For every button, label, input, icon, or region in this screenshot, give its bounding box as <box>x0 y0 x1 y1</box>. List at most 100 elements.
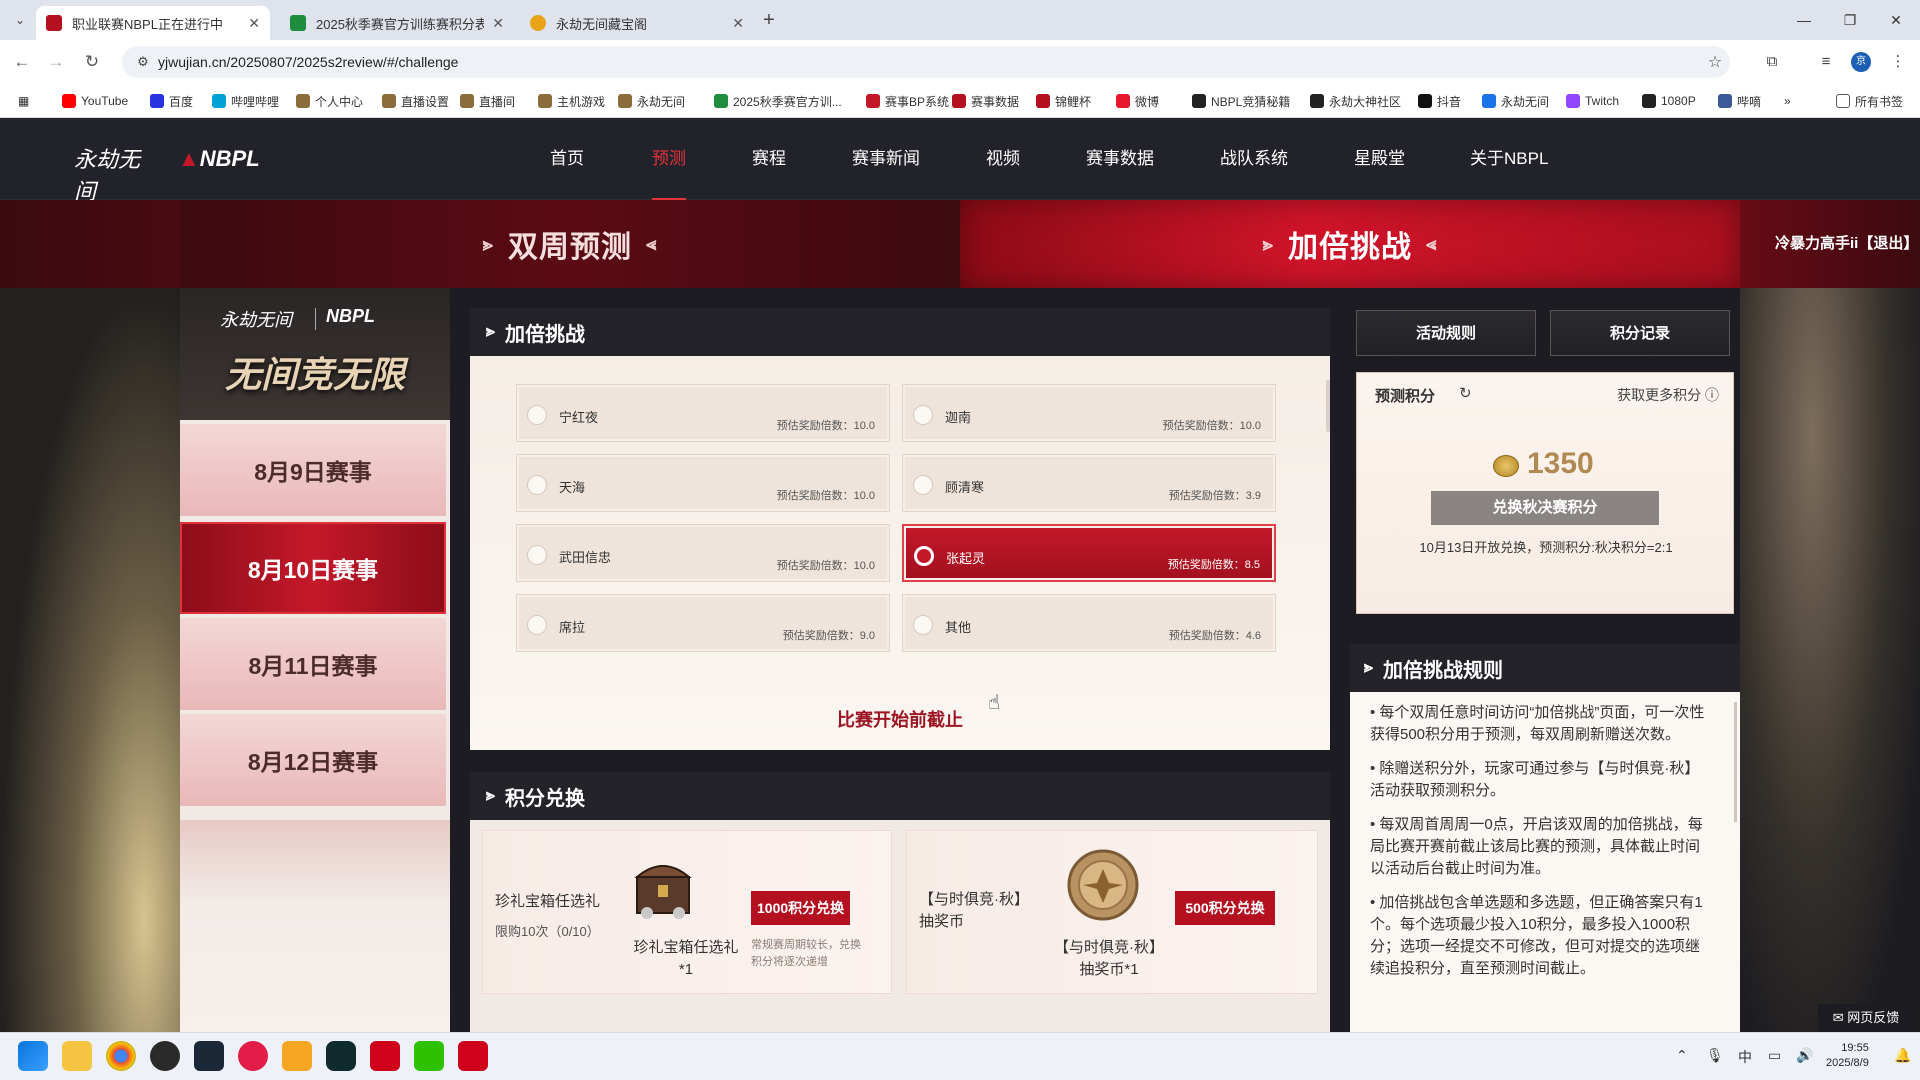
bookmark-item[interactable]: 1080P <box>1642 92 1696 110</box>
bookmark-item[interactable]: 百度 <box>150 92 193 110</box>
bookmark-item[interactable]: 抖音 <box>1418 92 1461 110</box>
rules-scrollbar[interactable] <box>1734 702 1737 822</box>
bookmark-item[interactable]: 直播间 <box>460 92 515 110</box>
steam-icon[interactable] <box>194 1041 224 1071</box>
bookmark-item[interactable]: 哔哩哔哩 <box>212 92 279 110</box>
challenge-option[interactable]: 武田信忠 预估奖励倍数：10.0 <box>516 524 890 582</box>
bookmark-item[interactable]: 永劫大神社区 <box>1310 92 1401 110</box>
yongjie-logo[interactable]: 永劫无间 <box>74 142 150 205</box>
challenge-option[interactable]: 宁红夜 预估奖励倍数：10.0 <box>516 384 890 442</box>
notification-bell-icon[interactable]: 🔔 <box>1894 1047 1911 1064</box>
ime-indicator[interactable]: 中 <box>1738 1047 1752 1067</box>
volume-icon[interactable]: 🔊 <box>1796 1047 1813 1064</box>
browser-tab-1[interactable]: 职业联赛NBPL正在进行中 ✕ <box>36 6 270 40</box>
radio-button[interactable] <box>527 405 547 425</box>
nav-item-8[interactable]: 关于NBPL <box>1470 118 1548 200</box>
bookmark-item[interactable]: 个人中心 <box>296 92 363 110</box>
network-icon[interactable]: ▭ <box>1768 1047 1781 1064</box>
apps-grid-icon[interactable]: ▦ <box>18 92 29 110</box>
close-tab-icon[interactable]: ✕ <box>732 15 744 32</box>
bookmark-item[interactable]: NBPL竞猜秘籍 <box>1192 92 1290 110</box>
url-text[interactable]: yjwujian.cn/20250807/2025s2review/#/chal… <box>158 54 1700 70</box>
bookmark-item[interactable]: 主机游戏 <box>538 92 605 110</box>
bookmark-item[interactable]: 永劫无间 <box>618 92 685 110</box>
tab-search-chevron-icon[interactable]: ⌄ <box>8 8 32 32</box>
day-item-1[interactable]: 8月10日赛事 <box>180 522 446 614</box>
bookmark-item[interactable]: 赛事数据 <box>952 92 1019 110</box>
forward-arrow-icon[interactable]: → <box>42 48 70 76</box>
challenge-option[interactable]: 其他 预估奖励倍数：4.6 <box>902 594 1276 652</box>
menu-kebab-icon[interactable]: ⋮ <box>1886 50 1910 74</box>
radio-button[interactable] <box>527 545 547 565</box>
tab-biweekly-prediction[interactable]: ⪢ 双周预测 ⪡ <box>180 200 960 288</box>
microphone-icon[interactable]: 🎙 <box>1706 1047 1724 1064</box>
file-explorer-icon[interactable] <box>62 1041 92 1071</box>
app-icon-red-2[interactable] <box>458 1041 488 1071</box>
bookmark-item[interactable]: 赛事BP系统 <box>866 92 949 110</box>
minimize-icon[interactable]: — <box>1784 6 1824 34</box>
address-bar[interactable]: ⚙ yjwujian.cn/20250807/2025s2review/#/ch… <box>122 46 1730 78</box>
site-info-icon[interactable]: ⚙ <box>128 54 158 70</box>
radio-button[interactable] <box>913 615 933 635</box>
bookmark-item[interactable]: Twitch <box>1566 92 1619 110</box>
close-tab-icon[interactable]: ✕ <box>248 15 260 32</box>
challenge-option[interactable]: 席拉 预估奖励倍数：9.0 <box>516 594 890 652</box>
app-icon-teal[interactable] <box>326 1041 356 1071</box>
day-item-3[interactable]: 8月12日赛事 <box>180 714 446 806</box>
challenge-option[interactable]: 张起灵 预估奖励倍数：8.5 <box>902 524 1276 582</box>
radio-button[interactable] <box>913 405 933 425</box>
bookmark-item[interactable]: 锦鲤杯 <box>1036 92 1091 110</box>
radio-button[interactable] <box>527 615 547 635</box>
tray-chevron-up-icon[interactable]: ⌃ <box>1676 1047 1688 1064</box>
radio-button[interactable] <box>527 475 547 495</box>
bookmark-item[interactable]: 永劫无间 <box>1482 92 1549 110</box>
game-app-icon[interactable] <box>282 1041 312 1071</box>
user-logout-link[interactable]: 冷暴力高手ii【退出】 <box>1775 200 1918 288</box>
all-bookmarks-folder[interactable]: 所有书签 <box>1836 92 1903 110</box>
browser-tab-2[interactable]: 2025秋季赛官方训练赛积分表 ✕ <box>280 6 514 40</box>
nav-item-2[interactable]: 赛程 <box>752 118 786 200</box>
windows-start-icon[interactable] <box>18 1041 48 1071</box>
browser-tab-3[interactable]: 永劫无间藏宝阁 ✕ <box>520 6 754 40</box>
nbpl-logo[interactable]: ▲NBPL <box>178 146 268 174</box>
profile-avatar[interactable]: 京 <box>1851 52 1871 72</box>
restore-icon[interactable]: ❐ <box>1830 6 1870 34</box>
day-item-2[interactable]: 8月11日赛事 <box>180 618 446 710</box>
close-tab-icon[interactable]: ✕ <box>492 15 504 32</box>
bookmarks-overflow-icon[interactable]: » <box>1784 92 1791 110</box>
score-records-button[interactable]: 积分记录 <box>1550 310 1730 356</box>
new-tab-plus-icon[interactable]: + <box>755 6 783 34</box>
reload-icon[interactable]: ↻ <box>78 48 106 76</box>
close-window-icon[interactable]: ✕ <box>1876 6 1916 34</box>
chrome-icon[interactable] <box>106 1041 136 1071</box>
bookmark-item[interactable]: 2025秋季赛官方训... <box>714 92 842 110</box>
bookmark-item[interactable]: 哔嘀 <box>1718 92 1761 110</box>
bookmark-star-icon[interactable]: ☆ <box>1700 52 1730 72</box>
nav-item-5[interactable]: 赛事数据 <box>1086 118 1154 200</box>
app-icon-red[interactable] <box>370 1041 400 1071</box>
challenge-option[interactable]: 天海 预估奖励倍数：10.0 <box>516 454 890 512</box>
get-more-points-link[interactable]: 获取更多积分 ⓘ <box>1617 385 1719 405</box>
tab-double-challenge[interactable]: ⪢ 加倍挑战 ⪡ <box>960 200 1740 288</box>
day-item-0[interactable]: 8月9日赛事 <box>180 424 446 516</box>
netease-music-icon[interactable] <box>238 1041 268 1071</box>
exchange-finals-points-button[interactable]: 兑换秋决赛积分 <box>1431 491 1659 525</box>
radio-button[interactable] <box>913 475 933 495</box>
exchange-500-button[interactable]: 500积分兑换 <box>1175 891 1275 925</box>
bookmark-item[interactable]: 微博 <box>1116 92 1159 110</box>
challenge-option[interactable]: 迦南 预估奖励倍数：10.0 <box>902 384 1276 442</box>
activity-rules-button[interactable]: 活动规则 <box>1356 310 1536 356</box>
wechat-icon[interactable] <box>414 1041 444 1071</box>
challenge-option[interactable]: 顾清寒 预估奖励倍数：3.9 <box>902 454 1276 512</box>
nav-item-1[interactable]: 预测 <box>652 118 686 200</box>
bookmark-item[interactable]: 直播设置 <box>382 92 449 110</box>
feedback-button[interactable]: ✉ 网页反馈 <box>1818 1004 1914 1032</box>
media-queue-icon[interactable]: ≡ <box>1814 50 1838 74</box>
nav-item-4[interactable]: 视频 <box>986 118 1020 200</box>
nav-item-3[interactable]: 赛事新闻 <box>852 118 920 200</box>
app-icon[interactable] <box>150 1041 180 1071</box>
radio-button[interactable] <box>914 546 934 566</box>
exchange-1000-button[interactable]: 1000积分兑换 <box>751 891 851 925</box>
nav-item-7[interactable]: 星殿堂 <box>1354 118 1405 200</box>
extensions-puzzle-icon[interactable]: ⧉ <box>1760 50 1784 74</box>
